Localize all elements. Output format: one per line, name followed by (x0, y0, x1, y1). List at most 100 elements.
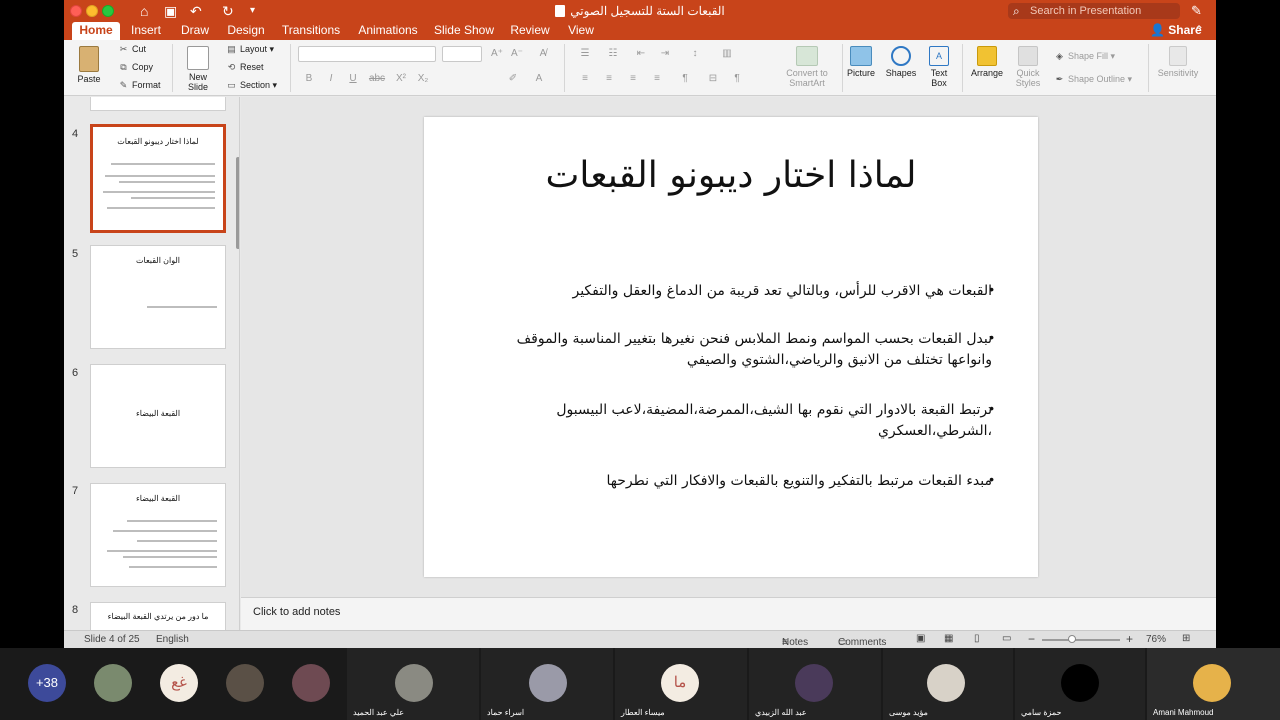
slide-title[interactable]: لماذا اختار ديبونو القبعات (424, 155, 1038, 196)
tab-insert[interactable]: Insert (124, 22, 168, 40)
align-right-icon[interactable]: ≡ (624, 71, 642, 87)
font-name-field[interactable] (298, 46, 436, 62)
participant-tile[interactable]: علي عبد الحميد (347, 648, 479, 720)
zoom-slider-thumb[interactable] (1068, 635, 1076, 643)
layout-label: Layout (240, 44, 268, 54)
italic-button[interactable]: I (322, 71, 340, 87)
search-input[interactable]: ⌕ Search in Presentation (1008, 3, 1180, 19)
clear-format-icon[interactable]: A̸ (534, 46, 552, 62)
tab-review[interactable]: Review (506, 22, 554, 40)
normal-view-icon[interactable]: ▣ (916, 633, 925, 644)
participant-tile[interactable]: مؤيد موسى (883, 648, 1013, 720)
shape-fill-button[interactable]: ◈ Shape Fill ▾ (1054, 50, 1115, 62)
comments-label: Comments (838, 637, 887, 648)
columns-icon[interactable]: ▥ (718, 46, 736, 62)
feedback-icon[interactable]: ✎ (1191, 3, 1202, 19)
tab-draw[interactable]: Draw (176, 22, 214, 40)
fit-to-window-icon[interactable]: ⊞ (1182, 633, 1190, 644)
numbering-icon[interactable]: ☷ (604, 46, 622, 62)
notes-label: Notes (782, 637, 809, 648)
rtl-icon[interactable]: ¶ (728, 71, 746, 87)
slide-thumbnail-8[interactable]: ما دور من يرتدي القبعة البيضاء (90, 602, 226, 630)
bullets-icon[interactable]: ☰ (576, 46, 594, 62)
slide-thumbnail-5[interactable]: الوان القبعات (90, 245, 226, 349)
tab-view[interactable]: View (562, 22, 600, 40)
slide-thumbnail-7[interactable]: القبعة البيضاء (90, 483, 226, 587)
bullet-text[interactable]: مبدء القبعات مرتبط بالتفكير والتنويع بال… (472, 471, 992, 492)
participant-tile[interactable]: اسراء حماد (481, 648, 613, 720)
tab-animations[interactable]: Animations (354, 22, 422, 40)
bullet-text[interactable]: القبعات هي الاقرب للرأس، وبالتالي تعد قر… (472, 281, 992, 302)
slide-thumbnail-4[interactable]: لماذا اختار ديبونو القبعات (90, 124, 226, 233)
cut-button[interactable]: ✂ Cut (118, 43, 146, 55)
subscript-button[interactable]: X₂ (414, 71, 432, 87)
font-color-icon[interactable]: A (530, 71, 548, 87)
align-left-icon[interactable]: ≡ (576, 71, 594, 87)
zoom-in-icon[interactable]: + (1126, 632, 1133, 646)
strikethrough-button[interactable]: abc (368, 71, 386, 87)
bold-button[interactable]: B (300, 71, 318, 87)
shapes-button[interactable]: Shapes (884, 46, 918, 78)
zoom-level[interactable]: 76% (1146, 634, 1166, 645)
align-center-icon[interactable]: ≡ (600, 71, 618, 87)
align-text-icon[interactable]: ⊟ (704, 71, 722, 87)
participant-name: علي عبد الحميد (353, 708, 404, 717)
copy-button[interactable]: ⧉ Copy (118, 61, 153, 73)
indent-icon[interactable]: ⇤ (632, 46, 650, 62)
underline-button[interactable]: U (344, 71, 362, 87)
zoom-slider-track[interactable] (1042, 639, 1120, 641)
slide-sorter-icon[interactable]: ▦ (944, 633, 953, 644)
bullet-text[interactable]: ترتبط القبعة بالادوار التي نقوم بها الشي… (512, 400, 992, 442)
outdent-icon[interactable]: ⇥ (656, 46, 674, 62)
justify-icon[interactable]: ≡ (648, 71, 666, 87)
text-direction-icon[interactable]: ¶ (676, 71, 694, 87)
decrease-font-icon[interactable]: A⁻ (508, 46, 526, 62)
section-button[interactable]: ▭ Section ▾ (226, 79, 277, 91)
tab-slide-show[interactable]: Slide Show (432, 22, 496, 40)
superscript-button[interactable]: X² (392, 71, 410, 87)
slide-thumbnail-3[interactable] (90, 97, 226, 111)
search-placeholder: Search in Presentation (1030, 5, 1142, 17)
quick-styles-button[interactable]: Quick Styles (1012, 46, 1044, 88)
new-slide-button[interactable]: New Slide (180, 46, 216, 92)
slide[interactable]: لماذا اختار ديبونو القبعات • القبعات هي … (424, 117, 1038, 577)
increase-font-icon[interactable]: A⁺ (488, 46, 506, 62)
tab-transitions[interactable]: Transitions (278, 22, 344, 40)
participant-tile[interactable]: ما ميساء العطار (615, 648, 747, 720)
highlight-icon[interactable]: ✐ (504, 71, 522, 87)
more-participants-button[interactable]: +38 (28, 664, 66, 702)
paste-button[interactable]: Paste (72, 46, 106, 84)
participant-tile[interactable]: حمزة سامي (1015, 648, 1145, 720)
participant-tile[interactable]: عبد الله الزبيدي (749, 648, 881, 720)
bullet-text[interactable]: نبدل القبعات بحسب المواسم ونمط الملابس ف… (472, 329, 992, 371)
slide-thumbnail-6[interactable]: القبعة البيضاء (90, 364, 226, 468)
language-indicator[interactable]: English (156, 634, 189, 645)
quick-styles-label: Quick Styles (1015, 68, 1041, 88)
ribbon: Paste ✂ Cut ⧉ Copy ✎ Format New Slide ▤ Layo… (64, 40, 1216, 96)
arrange-button[interactable]: Arrange (968, 46, 1006, 78)
layout-button[interactable]: ▤ Layout ▾ (226, 43, 274, 55)
reading-view-icon[interactable]: ▯ (974, 633, 980, 644)
format-painter-button[interactable]: ✎ Format (118, 79, 161, 91)
pen-icon: ✒ (1055, 74, 1064, 84)
participant-avatar (529, 664, 567, 702)
convert-smartart-button[interactable]: Convert to SmartArt (776, 46, 838, 88)
picture-button[interactable]: Picture (844, 46, 878, 78)
participant-name: حمزة سامي (1021, 708, 1062, 717)
shape-outline-button[interactable]: ✒ Shape Outline ▾ (1054, 73, 1132, 85)
slideshow-icon[interactable]: ▭ (1002, 633, 1011, 644)
line-spacing-icon[interactable]: ↕ (686, 46, 704, 62)
font-size-field[interactable] (442, 46, 482, 62)
tab-home[interactable]: Home (72, 22, 120, 40)
collapse-ribbon-icon[interactable]: ⌃ (1194, 22, 1204, 39)
sensitivity-button[interactable]: Sensitivity (1154, 46, 1202, 78)
text-box-button[interactable]: A Text Box (924, 46, 954, 88)
tab-design[interactable]: Design (222, 22, 270, 40)
participant-tile-active[interactable]: Amani Mahmoud (1147, 648, 1280, 720)
reset-button[interactable]: ⟲ Reset (226, 61, 264, 73)
thumbnail-scrollbar[interactable] (236, 157, 239, 249)
thumbnail-title: الوان القبعات (135, 256, 181, 265)
paintbrush-icon: ✎ (119, 80, 128, 90)
notes-pane[interactable]: Click to add notes (241, 597, 1216, 630)
zoom-out-icon[interactable]: − (1028, 632, 1035, 646)
